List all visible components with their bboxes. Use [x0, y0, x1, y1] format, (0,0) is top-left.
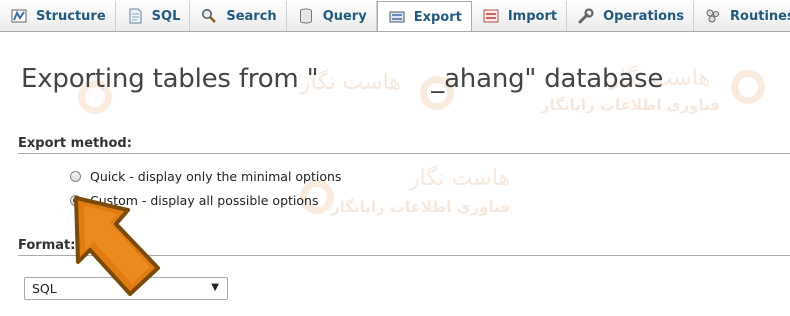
- watermark-text: هاست نگار: [409, 166, 510, 191]
- format-select-value: SQL: [32, 281, 57, 296]
- tab-label: SQL: [151, 8, 181, 24]
- tab-export[interactable]: Export: [376, 1, 472, 31]
- tab-import[interactable]: Import: [472, 1, 568, 31]
- tab-label: Import: [507, 8, 558, 24]
- tab-search[interactable]: Search: [190, 1, 287, 31]
- tab-operations[interactable]: Operations: [567, 1, 695, 31]
- tab-query[interactable]: Query: [287, 1, 377, 31]
- tab-label: Query: [322, 8, 367, 24]
- tab-bar: Structure SQL Search Query Export Import: [0, 0, 790, 32]
- pointer-arrow-icon: [74, 196, 160, 296]
- tab-label: Routines: [730, 8, 790, 24]
- radio-quick-label[interactable]: Quick - display only the minimal options: [90, 169, 341, 184]
- routines-icon: [704, 8, 722, 24]
- watermark-subtext: فناوری اطلاعات رایانگار: [540, 96, 720, 114]
- radio-quick[interactable]: [70, 171, 81, 182]
- watermark-subtext: فناوری اطلاعات رایانگار: [330, 198, 510, 216]
- wrench-icon: [577, 8, 595, 24]
- sql-icon: [126, 8, 144, 24]
- dropdown-arrow-icon: ▼: [211, 282, 219, 293]
- query-icon: [297, 8, 315, 24]
- page-title: Exporting tables from " _ahang" database: [21, 64, 664, 94]
- tab-label: Structure: [36, 8, 106, 24]
- tab-label: Operations: [603, 8, 685, 24]
- export-icon: [388, 9, 406, 25]
- tab-label: Export: [413, 9, 462, 25]
- watermark-logo-icon: [731, 70, 765, 104]
- search-icon: [200, 8, 218, 24]
- import-icon: [482, 8, 500, 24]
- structure-icon: [10, 8, 28, 24]
- export-method-quick-option[interactable]: Quick - display only the minimal options: [70, 169, 341, 184]
- tab-sql[interactable]: SQL: [116, 1, 191, 31]
- tab-label: Search: [226, 8, 277, 24]
- tab-routines[interactable]: Routines: [694, 1, 790, 31]
- tab-structure[interactable]: Structure: [0, 1, 116, 31]
- export-method-heading: Export method:: [18, 136, 790, 154]
